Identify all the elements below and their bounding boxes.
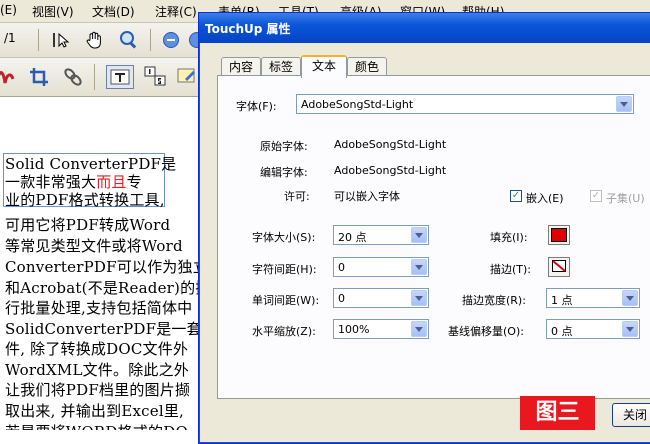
chevron-down-icon xyxy=(622,290,638,306)
char-spacing-select[interactable]: 0 xyxy=(333,257,429,277)
link-tool-icon[interactable] xyxy=(62,66,84,88)
tab-color[interactable]: 颜色 xyxy=(347,57,387,76)
edit-font-value: AdobeSongStd-Light xyxy=(334,164,447,177)
document-line: ConverterPDF可以作为独立 xyxy=(5,258,208,276)
font-size-value: 20 点 xyxy=(338,231,367,244)
crop-tool-icon[interactable] xyxy=(28,66,50,88)
embed-label[interactable]: 嵌入(E) xyxy=(526,190,564,206)
navigation-toolbar: /1 xyxy=(0,23,210,58)
subset-label[interactable]: 子集(U) xyxy=(606,190,645,206)
chevron-down-icon xyxy=(616,96,632,112)
touchup-reading-order-icon[interactable] xyxy=(142,65,168,87)
text-properties-panel: 字体(F): AdobeSongStd-Light 原始字体: AdobeSon… xyxy=(217,75,650,399)
permission-label: 许可: xyxy=(284,190,310,203)
document-line: 等常见类型文件或将Word xyxy=(5,237,183,255)
chevron-down-icon xyxy=(622,321,638,337)
dialog-title: TouchUp 属性 xyxy=(205,22,291,36)
hand-tool-icon[interactable] xyxy=(84,29,106,51)
no-color-icon xyxy=(552,259,566,275)
toolbar-divider xyxy=(38,29,39,51)
menu-comments[interactable]: 注释(C) xyxy=(155,3,197,20)
chevron-down-icon xyxy=(411,227,427,243)
figure-label: 图三 xyxy=(520,396,595,430)
document-page: Solid ConverterPDF是 一款非常强大而且专 业的PDF格式转换工… xyxy=(0,97,210,430)
embed-checkbox[interactable]: ✓ xyxy=(510,190,522,202)
touchup-text-tool-icon[interactable] xyxy=(106,65,134,89)
page-count: /1 xyxy=(4,31,16,45)
font-select[interactable]: AdobeSongStd-Light xyxy=(296,94,634,114)
toolbar-divider xyxy=(94,64,95,90)
stroke-width-label: 描边宽度(R): xyxy=(462,294,526,307)
chevron-down-icon xyxy=(411,290,427,306)
document-line: SolidConverterPDF是一套专 xyxy=(5,320,210,338)
font-size-label: 字体大小(S): xyxy=(252,231,316,244)
font-select-value: AdobeSongStd-Light xyxy=(301,98,414,111)
menu-document[interactable]: 文档(D) xyxy=(92,3,135,20)
baseline-offset-label: 基线偏移量(O): xyxy=(448,325,524,338)
stroke-color-button[interactable] xyxy=(548,257,570,277)
word-spacing-label: 单词间距(W): xyxy=(252,294,320,307)
touchup-object-icon[interactable] xyxy=(176,65,198,87)
toolbar-divider xyxy=(150,29,151,51)
document-line: 和Acrobat(不是Reader)的插 xyxy=(5,279,210,297)
document-line: 业的PDF格式转换工具, xyxy=(5,191,165,209)
font-size-select[interactable]: 20 点 xyxy=(333,225,429,245)
font-label: 字体(F): xyxy=(236,100,277,113)
dialog-titlebar[interactable]: TouchUp 属性 xyxy=(199,13,650,43)
word-spacing-select[interactable]: 0 xyxy=(333,288,429,308)
word-spacing-value: 0 xyxy=(338,292,345,305)
select-tool-icon[interactable] xyxy=(50,29,72,51)
stroke-width-value: 1 点 xyxy=(551,294,573,307)
document-line: 让我们将PDF档里的图片撷 xyxy=(5,381,191,399)
document-line: 可用它将PDF转成Word xyxy=(5,216,171,234)
stroke-width-select[interactable]: 1 点 xyxy=(546,288,640,308)
original-font-value: AdobeSongStd-Light xyxy=(334,138,447,151)
edit-font-label: 编辑字体: xyxy=(260,166,308,179)
edit-toolbar xyxy=(0,58,210,97)
zoom-tool-icon[interactable] xyxy=(118,29,140,51)
touchup-properties-dialog: TouchUp 属性 内容 标签 文本 颜色 字体(F): AdobeSongS… xyxy=(198,12,650,444)
document-line: WordXML文件。除此之外 xyxy=(5,361,190,379)
chevron-down-icon xyxy=(411,259,427,275)
tab-text[interactable]: 文本 xyxy=(301,55,347,78)
menu-view[interactable]: 视图(V) xyxy=(32,3,74,20)
char-spacing-label: 字符间距(H): xyxy=(252,263,317,276)
original-font-label: 原始字体: xyxy=(260,140,308,153)
document-line: 若是要将WORD格式的DO xyxy=(5,421,188,430)
baseline-offset-select[interactable]: 0 点 xyxy=(546,319,640,339)
menu-edit[interactable]: (E) xyxy=(0,3,17,17)
document-line: 件, 除了转换成DOC文件外 xyxy=(5,340,189,358)
pdf-icon[interactable] xyxy=(0,66,16,88)
close-button[interactable]: 关闭 xyxy=(612,403,650,427)
fill-color-swatch xyxy=(551,228,567,242)
document-line: 行批量处理,支持包括简体中 xyxy=(5,299,193,317)
horizontal-scale-label: 水平缩放(Z): xyxy=(252,325,316,338)
tab-tags[interactable]: 标签 xyxy=(261,57,301,76)
permission-value: 可以嵌入字体 xyxy=(334,190,400,203)
char-spacing-value: 0 xyxy=(338,261,345,274)
stroke-label: 描边(T): xyxy=(490,263,532,276)
tab-content[interactable]: 内容 xyxy=(221,57,261,76)
chevron-down-icon xyxy=(411,321,427,337)
horizontal-scale-select[interactable]: 100% xyxy=(333,319,429,339)
subset-checkbox[interactable]: ✓ xyxy=(590,190,602,202)
document-line: 取出来, 并输出到Excel里, xyxy=(5,402,184,420)
horizontal-scale-value: 100% xyxy=(338,323,370,336)
baseline-offset-value: 0 点 xyxy=(551,325,573,338)
fill-label: 填充(I): xyxy=(490,231,528,244)
fill-color-button[interactable] xyxy=(548,225,570,245)
zoom-out-icon[interactable] xyxy=(160,29,182,51)
